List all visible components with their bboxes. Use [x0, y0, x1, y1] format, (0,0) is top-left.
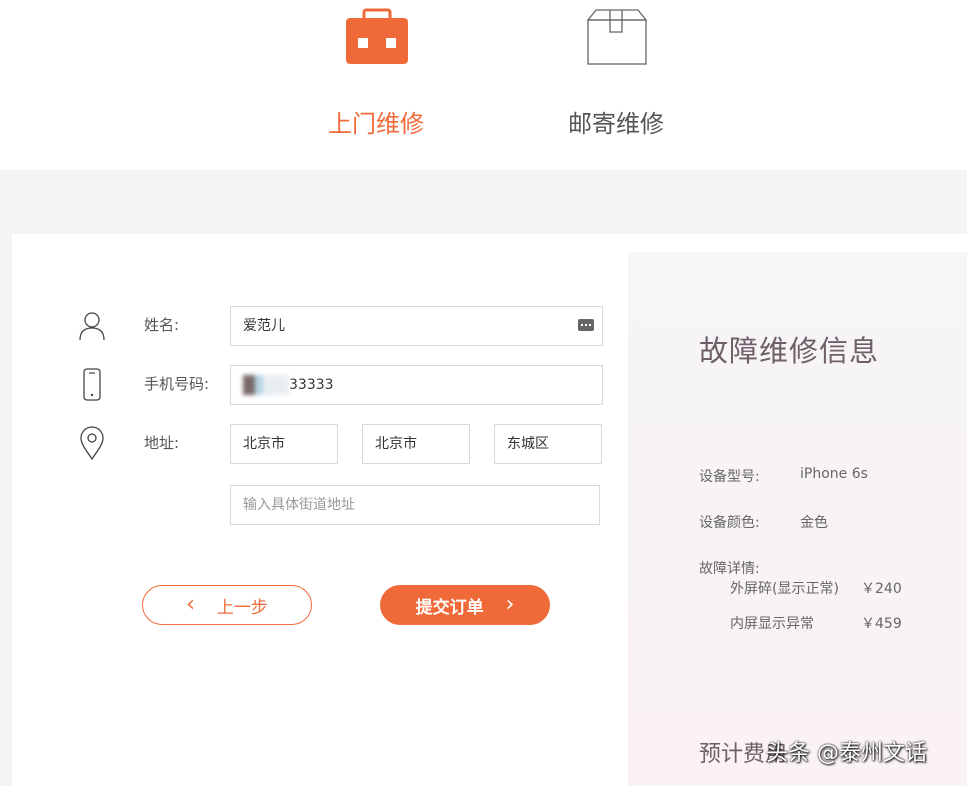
street-placeholder: 输入具体街道地址 [243, 497, 355, 513]
phone-label: 手机号码: [144, 375, 210, 393]
phone-value: 33333 [289, 377, 334, 393]
package-box-icon [586, 9, 648, 65]
watermark: 头条 @泰州文话 [766, 741, 927, 766]
street-address-input[interactable]: 输入具体街道地址 [230, 485, 600, 525]
toolbox-icon [346, 8, 408, 64]
prev-step-button[interactable]: ‹ 上一步 [142, 585, 312, 625]
repair-info-title: 故障维修信息 [699, 334, 880, 368]
device-color-value: 金色 [800, 515, 828, 531]
tab-mail-label: 邮寄维修 [568, 110, 664, 138]
district-select[interactable]: 东城区 [494, 424, 602, 464]
province-value: 北京市 [243, 436, 285, 452]
fault-item: 内屏显示异常 [730, 616, 814, 632]
fault-price: ￥459 [861, 616, 902, 632]
phone-input[interactable]: 33333 [230, 365, 603, 405]
province-select[interactable]: 北京市 [230, 424, 338, 464]
tab-onsite-label: 上门维修 [328, 110, 424, 138]
user-icon [79, 312, 105, 341]
address-label: 地址: [144, 434, 180, 452]
repair-info-panel: 故障维修信息 设备型号: iPhone 6s 设备颜色: 金色 故障详情: 外屏… [628, 252, 967, 786]
fault-details-key: 故障详情: [699, 561, 760, 577]
submit-order-label: 提交订单 [415, 597, 484, 618]
phone-icon [83, 368, 101, 401]
location-pin-icon [80, 426, 104, 460]
district-value: 东城区 [507, 436, 549, 452]
name-label: 姓名: [144, 316, 180, 334]
device-model-value: iPhone 6s [800, 466, 868, 482]
submit-order-button[interactable]: 提交订单 › [380, 585, 550, 625]
service-selector: 上门维修 邮寄维修 [0, 0, 967, 170]
fault-price: ￥240 [861, 581, 902, 597]
city-select[interactable]: 北京市 [362, 424, 470, 464]
device-model-key: 设备型号: [699, 469, 760, 485]
phone-redacted-mask [243, 375, 289, 395]
chevron-left-icon: ‹ [186, 592, 195, 617]
keyboard-icon[interactable] [578, 319, 594, 331]
device-color-key: 设备颜色: [699, 515, 760, 531]
name-value: 爱范儿 [243, 318, 285, 334]
fault-item: 外屏碎(显示正常) [730, 581, 839, 597]
prev-step-label: 上一步 [216, 597, 268, 618]
city-value: 北京市 [375, 436, 417, 452]
chevron-right-icon: › [505, 592, 515, 617]
name-input[interactable]: 爱范儿 [230, 306, 603, 346]
